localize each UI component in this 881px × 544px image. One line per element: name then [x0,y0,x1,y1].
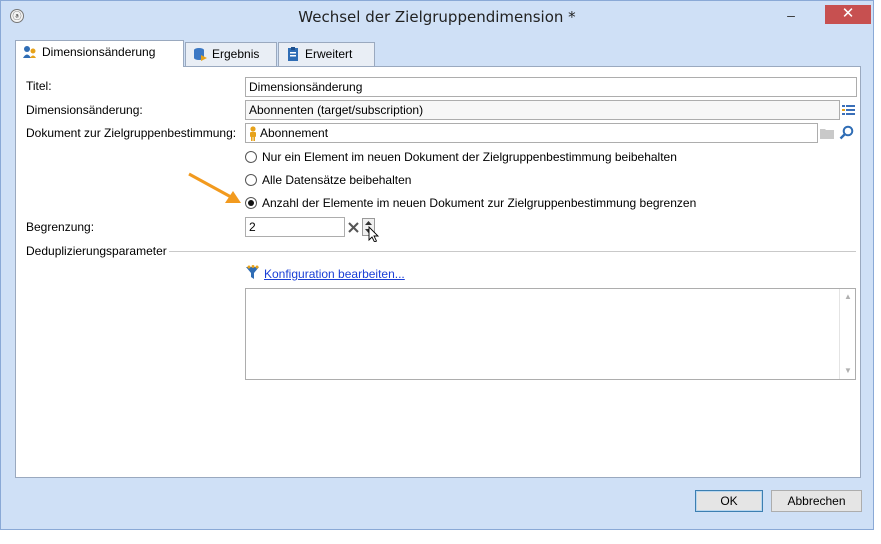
radio-label: Alle Datensätze beibehalten [262,173,412,187]
radio-button[interactable] [245,151,257,163]
radio-keep-all[interactable]: Alle Datensätze beibehalten [245,172,445,190]
radio-label: Nur ein Element im neuen Dokument der Zi… [262,150,677,164]
dimension-label: Dimensionsänderung: [26,103,143,117]
spinner-icon[interactable] [362,218,382,242]
tab-advanced[interactable]: Erweitert [278,42,375,66]
annotation-arrow-icon [188,172,241,203]
ok-button[interactable]: OK [695,490,763,512]
search-icon[interactable] [839,125,854,140]
title-label: Titel: [26,79,52,93]
scroll-down-icon[interactable]: ▼ [843,366,853,376]
database-icon [194,48,207,61]
tab-label: Dimensionsänderung [42,45,156,59]
folder-icon[interactable] [820,127,834,139]
limit-label: Begrenzung: [26,220,95,234]
title-bar[interactable]: ⓐ Wechsel der Zielgruppendimension * – ✕ [1,1,873,31]
window-title: Wechsel der Zielgruppendimension * [298,8,576,26]
scrollbar[interactable]: ▲ ▼ [839,289,855,379]
clear-icon[interactable] [348,222,359,233]
radio-button[interactable] [245,174,257,186]
document-value: Abonnement [260,126,329,140]
cancel-button[interactable]: Abbrechen [771,490,862,512]
person-icon [250,126,256,141]
close-button[interactable]: ✕ [825,5,871,24]
radio-label: Anzahl der Elemente im neuen Dokument zu… [262,196,697,210]
separator-line [169,251,856,252]
edit-configuration-link[interactable]: Konfiguration bearbeiten... [264,267,405,281]
radio-limit[interactable]: Anzahl der Elemente im neuen Dokument zu… [245,195,765,213]
clipboard-icon [288,47,298,61]
list-select-icon[interactable] [842,104,855,116]
tab-dimension-change[interactable]: Dimensionsänderung [15,40,184,67]
dedup-label: Deduplizierungsparameter [26,244,167,258]
funnel-icon [246,265,259,279]
document-field[interactable]: Abonnement [245,123,818,143]
dimension-change-icon [23,46,36,58]
tab-result[interactable]: Ergebnis [185,42,277,66]
radio-keep-one[interactable]: Nur ein Element im neuen Dokument der Zi… [245,149,765,167]
document-label: Dokument zur Zielgruppenbestimmung: [26,126,237,140]
dimension-field[interactable]: Abonnenten (target/subscription) [245,100,840,120]
limit-input[interactable]: 2 [245,217,345,237]
dialog-window: ⓐ Wechsel der Zielgruppendimension * – ✕… [0,0,874,530]
title-input[interactable]: Dimensionsänderung [245,77,857,97]
dedup-textarea[interactable]: ▲ ▼ [245,288,856,380]
tab-label: Ergebnis [212,47,260,61]
radio-button-selected[interactable] [245,197,257,209]
minimize-button[interactable]: – [779,6,803,24]
tab-label: Erweitert [305,47,353,61]
scroll-up-icon[interactable]: ▲ [843,292,853,302]
